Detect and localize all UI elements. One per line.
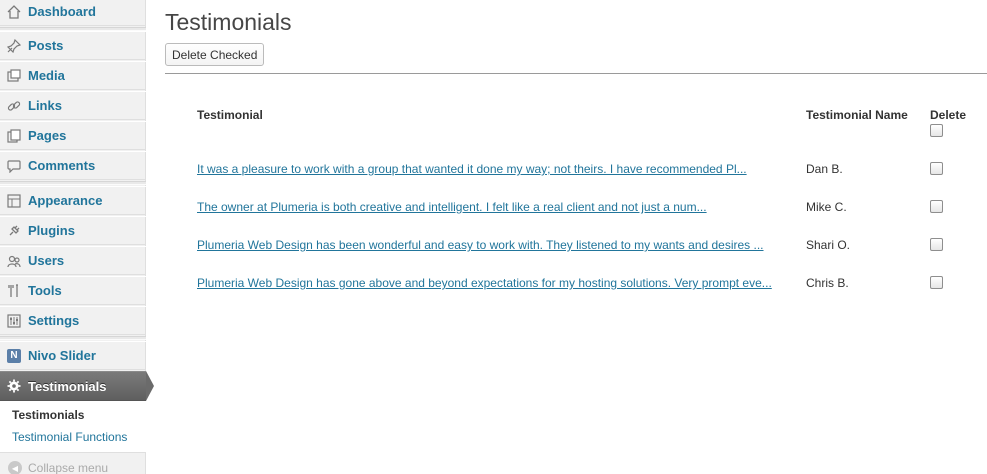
column-header-delete: Delete [930,108,967,122]
sidebar-item-dashboard[interactable]: Dashboard [0,0,146,26]
sidebar-item-links[interactable]: Links [0,91,146,120]
column-header-testimonial-name: Testimonial Name [806,108,908,122]
settings-icon [6,313,22,329]
sidebar-item-label: Settings [28,313,80,328]
delete-checkbox[interactable] [930,162,943,175]
sidebar-item-label: Links [28,98,62,113]
sidebar-item-label: Plugins [28,223,75,238]
menu-separator [0,336,146,340]
sidebar-item-testimonials[interactable]: Testimonials [0,371,146,401]
home-icon [6,4,22,20]
comment-icon [6,158,22,174]
sidebar-item-users[interactable]: Users [0,246,146,275]
gear-icon [6,378,22,394]
sidebar-item-label: Users [28,253,65,268]
nivo-icon: N [6,348,22,364]
sidebar-item-label: Testimonials [28,378,107,394]
testimonial-name: Chris B. [806,276,849,290]
active-menu-arrow [146,371,154,401]
page-title: Testimonials [165,9,292,35]
appearance-icon [6,193,22,209]
pages-icon [6,128,22,144]
testimonial-name: Shari O. [806,238,851,252]
testimonial-name: Mike C. [806,200,847,214]
testimonials-submenu: Testimonials Testimonial Functions [0,401,146,453]
column-header-testimonial: Testimonial [197,108,263,122]
testimonial-name: Dan B. [806,162,843,176]
testimonial-link[interactable]: It was a pleasure to work with a group t… [197,162,747,176]
admin-sidebar: Dashboard Posts Media Links Pages Commen… [0,0,146,474]
tools-icon [6,283,22,299]
sidebar-item-settings[interactable]: Settings [0,306,146,335]
sidebar-item-appearance[interactable]: Appearance [0,186,146,215]
testimonial-link[interactable]: Plumeria Web Design has gone above and b… [197,276,772,290]
delete-checkbox[interactable] [930,276,943,289]
sidebar-item-media[interactable]: Media [0,61,146,90]
plugin-icon [6,223,22,239]
sidebar-item-posts[interactable]: Posts [0,31,146,60]
delete-checkbox[interactable] [930,238,943,251]
delete-checked-button[interactable]: Delete Checked [165,43,265,66]
delete-checkbox[interactable] [930,200,943,213]
collapse-arrow-icon: ◀ [8,461,22,474]
sidebar-item-label: Appearance [28,193,103,208]
collapse-menu-button[interactable]: ◀ Collapse menu [0,458,146,474]
sidebar-item-label: Tools [28,283,62,298]
media-icon [6,68,22,84]
divider [165,73,987,74]
pushpin-icon [6,38,22,54]
submenu-item-testimonials[interactable]: Testimonials [12,408,84,422]
sidebar-item-label: Posts [28,38,64,53]
sidebar-item-label: Dashboard [28,4,96,19]
sidebar-item-label: Media [28,68,65,83]
menu-separator [0,181,146,185]
testimonial-link[interactable]: The owner at Plumeria is both creative a… [197,200,707,214]
link-icon [6,98,22,114]
sidebar-item-label: Comments [28,158,96,173]
users-icon [6,253,22,269]
submenu-item-testimonial-functions[interactable]: Testimonial Functions [12,430,127,444]
sidebar-item-nivo-slider[interactable]: N Nivo Slider [0,341,146,370]
sidebar-item-plugins[interactable]: Plugins [0,216,146,245]
sidebar-item-label: Pages [28,128,67,143]
sidebar-item-pages[interactable]: Pages [0,121,146,150]
sidebar-item-label: Nivo Slider [28,348,96,363]
testimonial-link[interactable]: Plumeria Web Design has been wonderful a… [197,238,764,252]
nivo-icon-letter: N [7,348,21,363]
collapse-menu-label: Collapse menu [28,461,109,474]
sidebar-item-comments[interactable]: Comments [0,151,146,180]
sidebar-item-tools[interactable]: Tools [0,276,146,305]
select-all-checkbox[interactable] [930,124,943,137]
